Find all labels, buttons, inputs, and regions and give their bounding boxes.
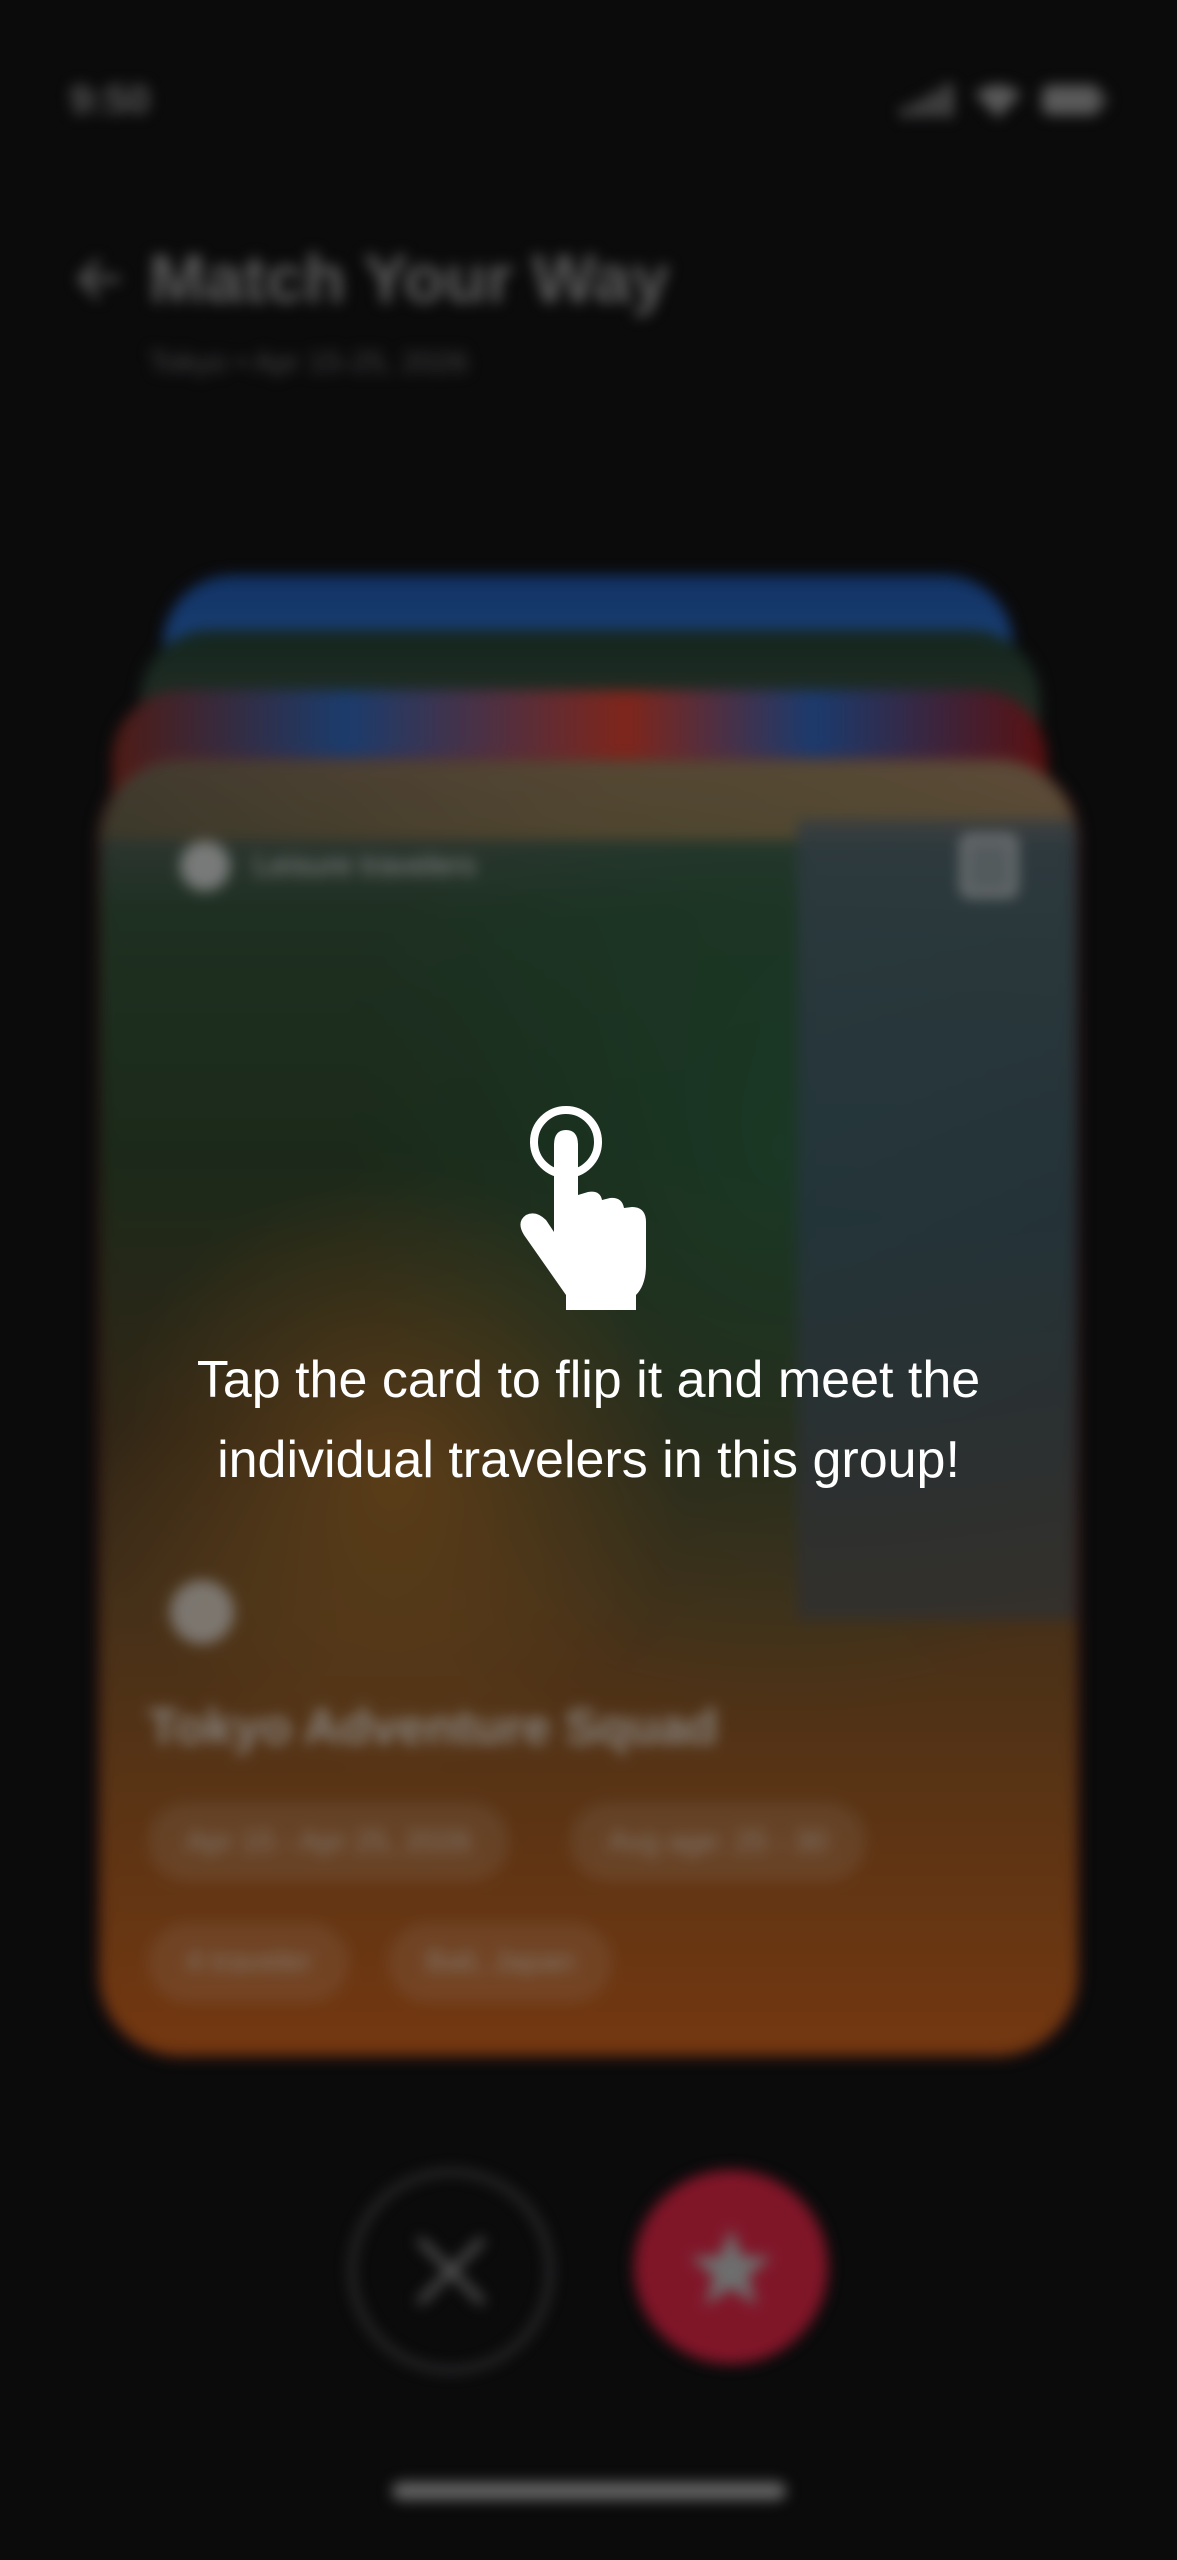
coach-mark: Tap the card to flip it and meet the ind… [0,1100,1177,1500]
match-screen: 9:50 Match Your Way Tokyo • Apr 15-25, 2… [0,0,1177,2560]
tap-hand-icon [519,1106,646,1310]
coach-message: Tap the card to flip it and meet the ind… [196,1351,981,1489]
